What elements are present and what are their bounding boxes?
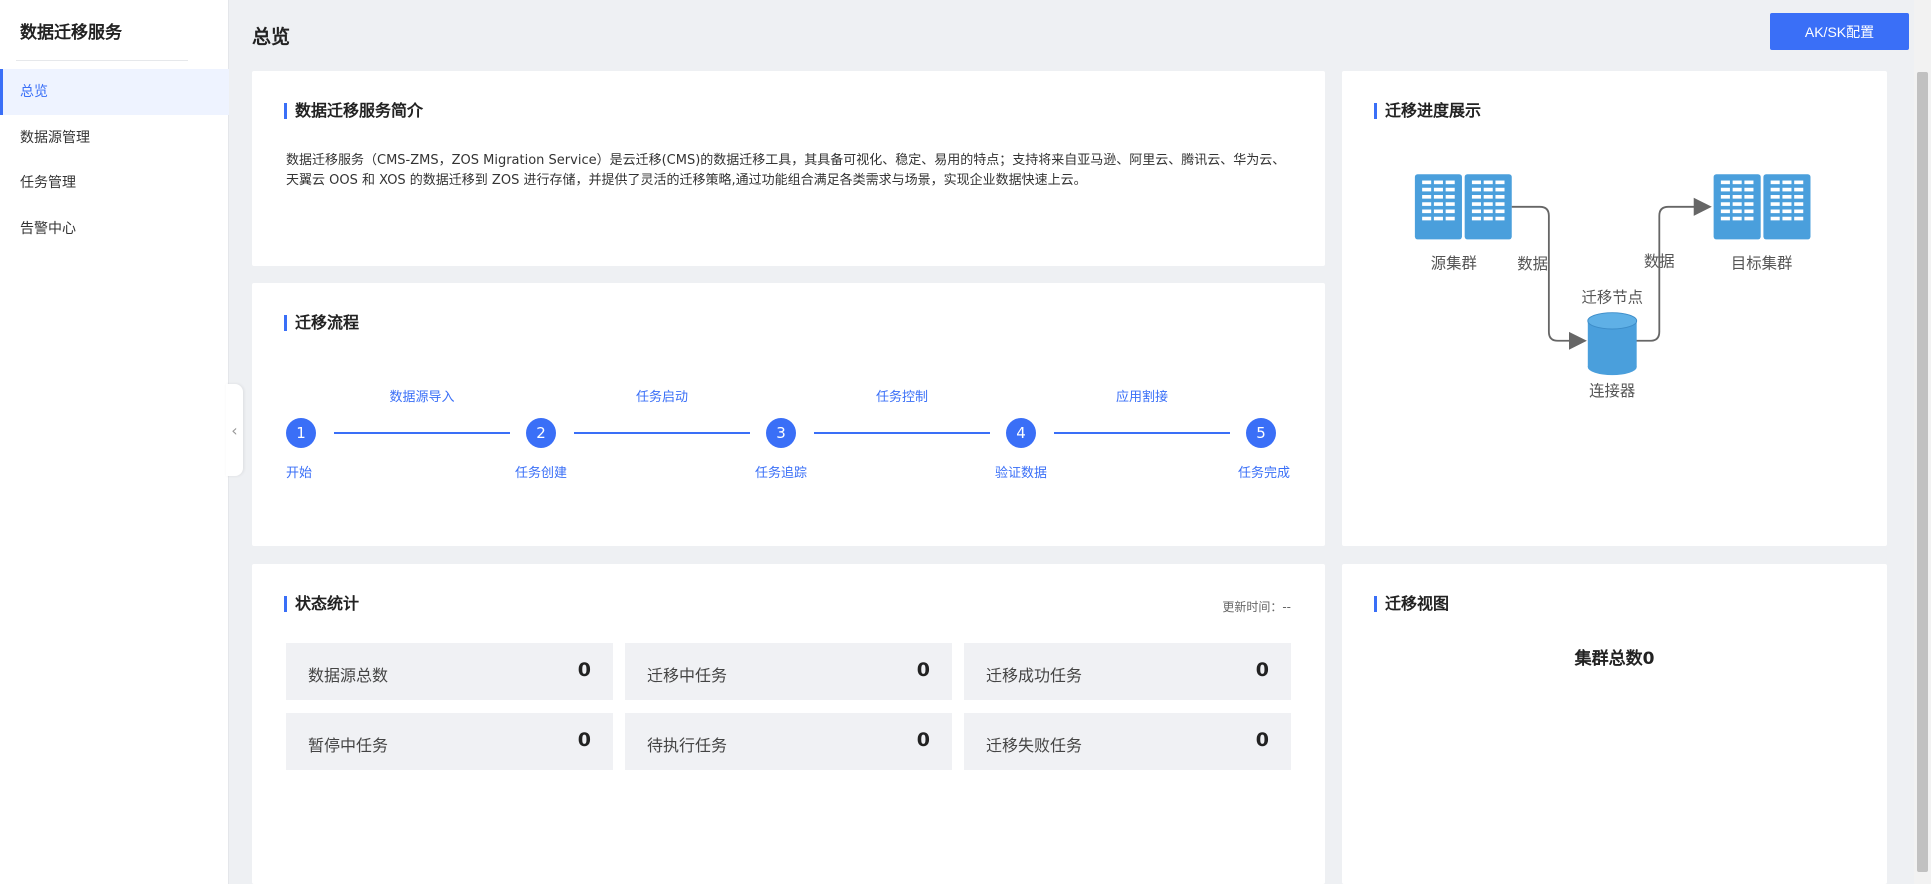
server-icon (1763, 174, 1811, 240)
step-1-label: 开始 (286, 466, 313, 481)
stat-label: 迁移成功任务 (986, 666, 1083, 685)
process-card: 迁移流程 数据源导入 任务启动 任务控制 应用割接 1 2 3 4 5 开始 任… (252, 283, 1325, 546)
stat-label: 迁移失败任务 (986, 736, 1083, 755)
source-cluster-label: 源集群 (1431, 254, 1477, 272)
stat-label: 暂停中任务 (308, 736, 389, 755)
step-3-label: 任务追踪 (754, 466, 808, 481)
stat-value: 0 (916, 729, 930, 751)
step-5-circle: 5 (1246, 418, 1276, 448)
process-title: 迁移流程 (284, 314, 359, 332)
migration-node-label: 迁移节点 (1581, 289, 1643, 307)
sidebar-item-datasource[interactable]: 数据源管理 (0, 115, 229, 161)
sidebar-divider (16, 60, 188, 61)
stat-label: 迁移中任务 (647, 666, 728, 685)
stat-label: 数据源总数 (308, 666, 389, 685)
sidebar-item-alerts[interactable]: 告警中心 (0, 206, 229, 252)
step-3-circle: 3 (766, 418, 796, 448)
step-line (334, 432, 510, 434)
ak-sk-config-button[interactable]: AK/SK配置 (1770, 13, 1909, 50)
step-1-circle: 1 (286, 418, 316, 448)
intro-text: 数据迁移服务（CMS-ZMS，ZOS Migration Service）是云迁… (286, 153, 1286, 188)
sidebar-title: 数据迁移服务 (20, 23, 122, 43)
step-line (574, 432, 750, 434)
server-icon (1464, 174, 1512, 240)
stat-pending-tasks: 待执行任务 0 (625, 713, 952, 770)
view-title: 迁移视图 (1374, 595, 1449, 613)
step-2-circle: 2 (526, 418, 556, 448)
connector-label: 应用割接 (1115, 390, 1169, 405)
stat-success-tasks: 迁移成功任务 0 (964, 643, 1291, 700)
stat-datasource-total: 数据源总数 0 (286, 643, 613, 700)
stats-title: 状态统计 (284, 595, 359, 613)
connector-label: 数据源导入 (389, 390, 455, 405)
database-icon (1587, 312, 1638, 376)
step-5-label: 任务完成 (1237, 466, 1290, 481)
stats-card: 状态统计 更新时间：-- 数据源总数 0 迁移中任务 0 迁移成功任务 0 暂停… (252, 564, 1325, 884)
stat-value: 0 (1255, 729, 1269, 751)
view-card: 迁移视图 集群总数0 (1342, 564, 1887, 884)
intro-card: 数据迁移服务简介 数据迁移服务（CMS-ZMS，ZOS Migration Se… (252, 71, 1325, 266)
stat-label: 待执行任务 (647, 736, 728, 755)
migration-diagram: 源集群 目标集群 数据 数据 迁移节点 连接器 (1414, 174, 1811, 400)
target-cluster-label: 目标集群 (1731, 254, 1793, 272)
stat-value: 0 (577, 659, 591, 681)
step-line (814, 432, 990, 434)
data-flow-label: 数据 (1517, 255, 1548, 273)
step-2-label: 任务创建 (514, 466, 568, 481)
update-time: 更新时间：-- (1222, 600, 1291, 614)
connector-label: 任务控制 (875, 390, 929, 405)
intro-title: 数据迁移服务简介 (284, 102, 423, 120)
step-4-label: 验证数据 (994, 466, 1048, 481)
server-icon (1713, 174, 1761, 240)
data-flow-label: 数据 (1644, 253, 1675, 271)
step-line (1054, 432, 1230, 434)
stat-value: 0 (577, 729, 591, 751)
sidebar: 数据迁移服务 总览 数据源管理 任务管理 告警中心 (0, 0, 229, 884)
sidebar-item-overview[interactable]: 总览 (0, 69, 229, 115)
server-icon (1414, 174, 1462, 240)
cluster-total: 集群总数0 (1574, 649, 1655, 669)
stat-paused-tasks: 暂停中任务 0 (286, 713, 613, 770)
stat-migrating-tasks: 迁移中任务 0 (625, 643, 952, 700)
connector-label: 任务启动 (635, 390, 689, 405)
stat-value: 0 (916, 659, 930, 681)
sidebar-item-tasks[interactable]: 任务管理 (0, 160, 229, 206)
sidebar-collapse-button[interactable]: ‹ (226, 384, 243, 476)
scrollbar-thumb[interactable] (1917, 72, 1928, 872)
chevron-left-icon: ‹ (231, 420, 238, 440)
page-title: 总览 (252, 26, 291, 48)
step-4-circle: 4 (1006, 418, 1036, 448)
stat-value: 0 (1255, 659, 1269, 681)
stat-failed-tasks: 迁移失败任务 0 (964, 713, 1291, 770)
progress-card: 迁移进度展示 源集群 目标集群 数据 数据 迁移节点 连接器 (1342, 71, 1887, 546)
connector-label: 连接器 (1589, 382, 1635, 400)
